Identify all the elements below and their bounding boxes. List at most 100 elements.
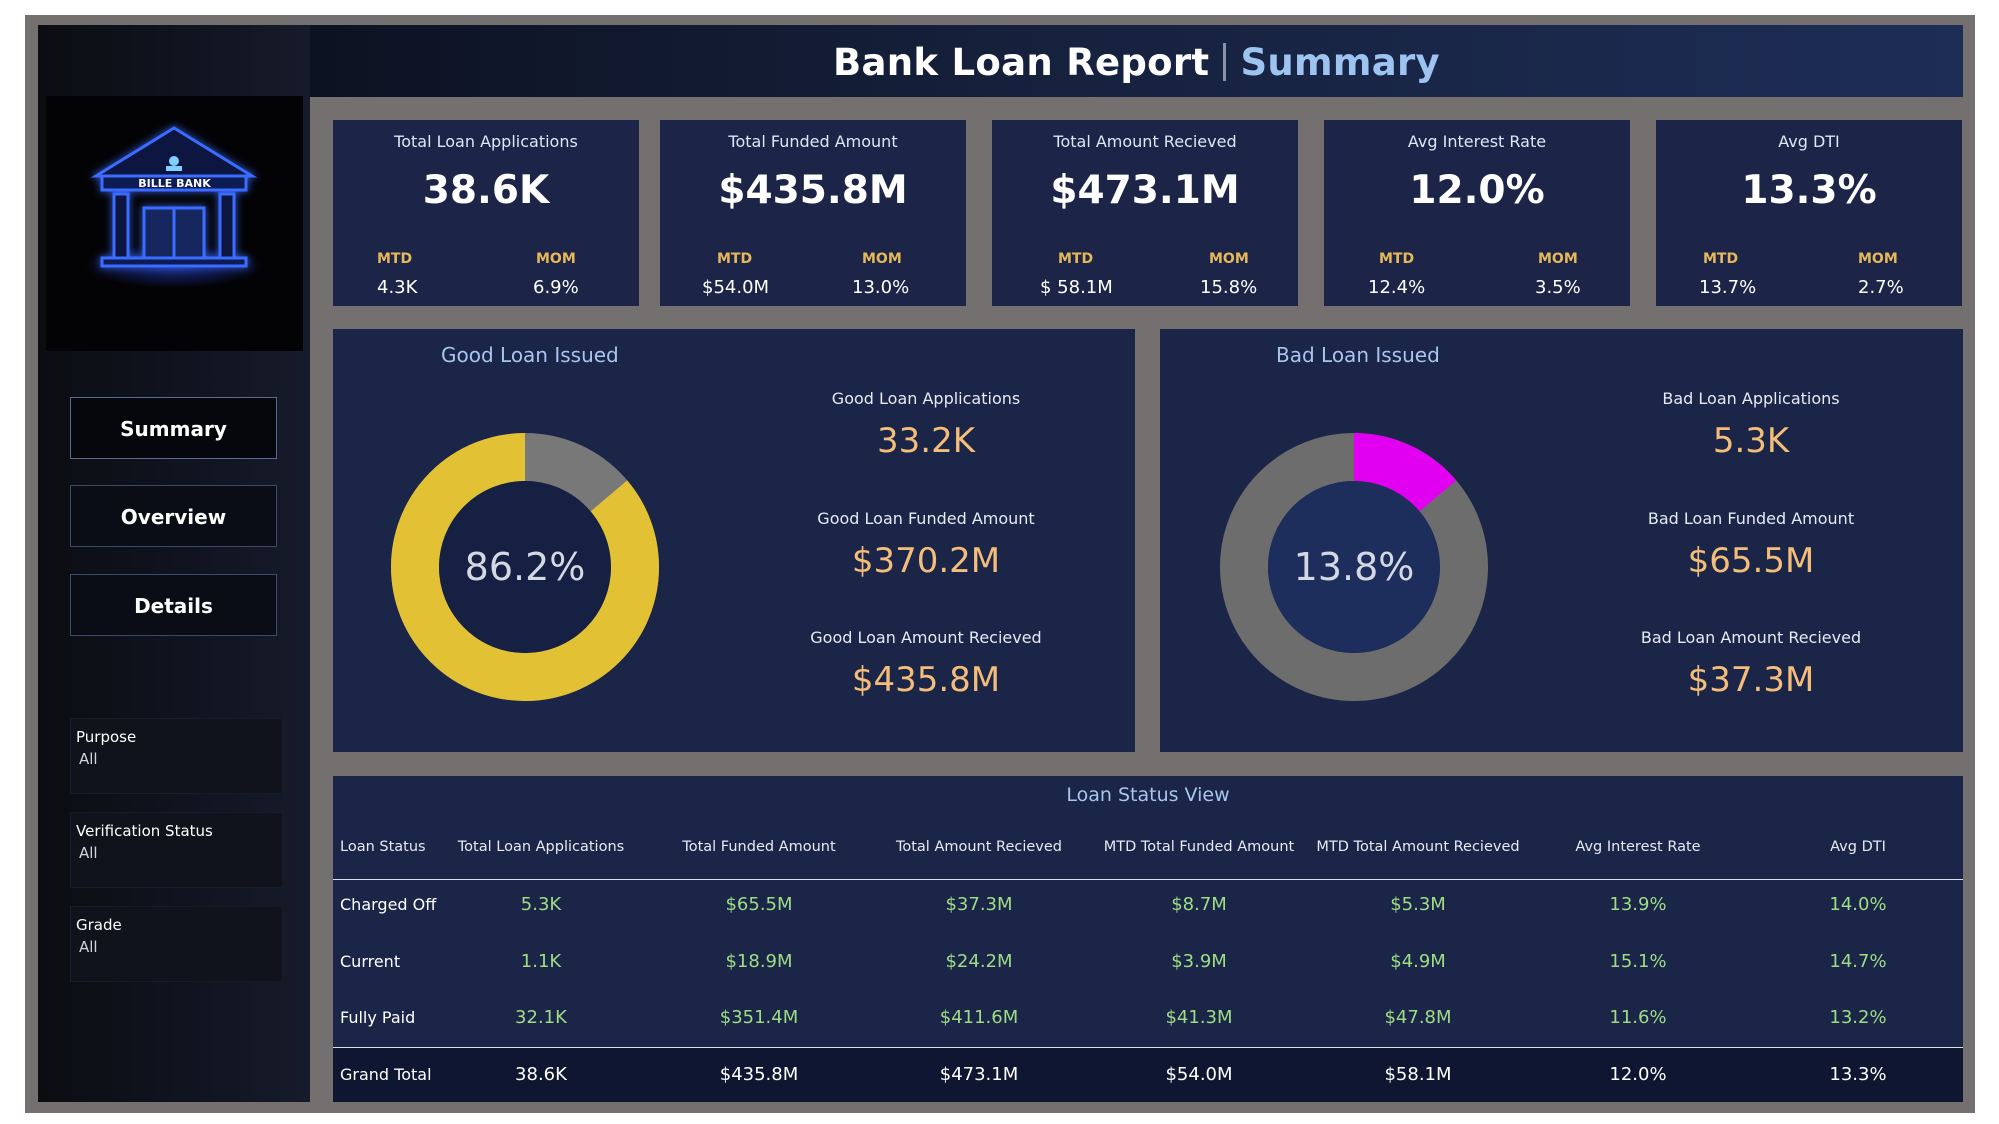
table-cell: 11.6%	[1609, 1007, 1667, 1028]
row-label-charged-off: Charged Off	[340, 895, 437, 914]
kpi-mom-value: 3.5%	[1535, 277, 1581, 298]
column-header-total-loan-applications: Total Loan Applications	[457, 839, 625, 855]
table-cell: 13.3%	[1829, 1064, 1887, 1085]
loan-status-title: Loan Status View	[1066, 784, 1230, 806]
kpi-mtd-label: MTD	[1058, 251, 1094, 267]
kpi-avg-interest-rate: Avg Interest Rate 12.0% MTD MOM 12.4% 3.…	[1324, 120, 1630, 306]
kpi-mom-value: 15.8%	[1200, 277, 1258, 298]
table-cell: $411.6M	[939, 1007, 1019, 1028]
grand-total-background	[333, 1047, 1963, 1102]
bank-building-icon	[84, 126, 264, 288]
kpi-avg-dti: Avg DTI 13.3% MTD MOM 13.7% 2.7%	[1656, 120, 1962, 306]
table-cell: $18.9M	[725, 951, 793, 972]
grand-total-divider	[333, 1047, 1963, 1048]
kpi-mom-value: 6.9%	[533, 277, 579, 298]
filter-purpose[interactable]: Purpose All	[70, 718, 283, 794]
kpi-value: $473.1M	[1050, 168, 1240, 213]
column-header-total-amount-received: Total Amount Recieved	[895, 839, 1063, 855]
column-header-mtd-total-amount-received: MTD Total Amount Recieved	[1316, 839, 1520, 855]
table-cell: 38.6K	[515, 1064, 567, 1085]
kpi-total-amount-received: Total Amount Recieved $473.1M MTD MOM $ …	[992, 120, 1298, 306]
kpi-mtd-value: 12.4%	[1368, 277, 1426, 298]
table-cell: 5.3K	[520, 894, 562, 915]
bad-loan-applications-value: 5.3K	[1712, 421, 1790, 461]
table-cell: $5.3M	[1390, 894, 1446, 915]
table-cell: 13.9%	[1609, 894, 1667, 915]
kpi-mom-label: MOM	[1538, 251, 1578, 267]
filter-purpose-label: Purpose	[76, 728, 137, 746]
kpi-mtd-label: MTD	[1703, 251, 1739, 267]
table-cell: $351.4M	[719, 1007, 799, 1028]
kpi-mtd-label: MTD	[1379, 251, 1415, 267]
kpi-mtd-value: 4.3K	[377, 277, 418, 298]
header-divider	[333, 879, 1963, 880]
good-loan-applications-value: 33.2K	[877, 421, 975, 461]
kpi-mom-label: MOM	[1209, 251, 1249, 267]
good-loan-donut: 86.2%	[391, 433, 659, 701]
kpi-mom-label: MOM	[1858, 251, 1898, 267]
row-label-current: Current	[340, 952, 401, 971]
kpi-mtd-value: $54.0M	[702, 277, 770, 298]
table-cell: 32.1K	[515, 1007, 567, 1028]
kpi-mtd-label: MTD	[377, 251, 413, 267]
bad-loan-title: Bad Loan Issued	[1276, 343, 1440, 367]
good-loan-received-label: Good Loan Amount Recieved	[810, 628, 1042, 647]
table-cell: $58.1M	[1384, 1064, 1452, 1085]
kpi-mom-value: 2.7%	[1858, 277, 1904, 298]
bad-loan-received-value: $37.3M	[1687, 660, 1815, 700]
good-loan-percent: 86.2%	[464, 545, 586, 589]
table-cell: $473.1M	[939, 1064, 1019, 1085]
filter-verification-status[interactable]: Verification Status All	[70, 812, 283, 888]
good-loan-panel: Good Loan Issued 86.2% Good Loan Applica…	[333, 329, 1135, 752]
column-header-loan-status: Loan Status	[340, 839, 426, 855]
nav-details-button[interactable]: Details	[70, 574, 277, 636]
kpi-title: Total Funded Amount	[728, 132, 898, 151]
bad-loan-received-label: Bad Loan Amount Recieved	[1640, 628, 1862, 647]
table-cell: 15.1%	[1609, 951, 1667, 972]
kpi-mom-label: MOM	[536, 251, 576, 267]
kpi-mtd-value: $ 58.1M	[1040, 277, 1113, 298]
good-loan-funded-label: Good Loan Funded Amount	[817, 509, 1035, 528]
good-loan-received-value: $435.8M	[851, 660, 1001, 700]
table-cell: $54.0M	[1165, 1064, 1233, 1085]
nav-summary-button[interactable]: Summary	[70, 397, 277, 459]
table-cell: $8.7M	[1171, 894, 1227, 915]
kpi-title: Avg DTI	[1778, 132, 1840, 151]
bad-loan-percent: 13.8%	[1293, 545, 1415, 589]
filter-verification-label: Verification Status	[76, 822, 213, 840]
table-cell: 12.0%	[1609, 1064, 1667, 1085]
bad-loan-funded-value: $65.5M	[1687, 541, 1815, 581]
kpi-value: 12.0%	[1409, 168, 1545, 213]
kpi-title: Avg Interest Rate	[1407, 132, 1547, 151]
column-header-mtd-total-funded-amount: MTD Total Funded Amount	[1103, 839, 1295, 855]
nav-overview-button[interactable]: Overview	[70, 485, 277, 547]
report-subtitle: Summary	[1240, 41, 1440, 84]
kpi-title: Total Loan Applications	[394, 132, 578, 151]
kpi-total-funded-amount: Total Funded Amount $435.8M MTD MOM $54.…	[660, 120, 966, 306]
table-cell: 14.7%	[1829, 951, 1887, 972]
table-cell: $65.5M	[725, 894, 793, 915]
filter-purpose-value[interactable]: All	[79, 750, 98, 768]
kpi-mtd-label: MTD	[717, 251, 753, 267]
bad-loan-panel: Bad Loan Issued 13.8% Bad Loan Applicati…	[1160, 329, 1963, 752]
kpi-mom-label: MOM	[862, 251, 902, 267]
title-separator	[1223, 43, 1227, 81]
row-label-fully-paid: Fully Paid	[340, 1008, 416, 1027]
column-header-total-funded-amount: Total Funded Amount	[682, 839, 836, 855]
table-cell: 13.2%	[1829, 1007, 1887, 1028]
table-cell: $47.8M	[1384, 1007, 1452, 1028]
table-cell: $435.8M	[719, 1064, 799, 1085]
page-title: Bank Loan Report Summary	[310, 41, 1963, 84]
filter-grade[interactable]: Grade All	[70, 906, 283, 982]
bad-loan-applications-label: Bad Loan Applications	[1662, 389, 1840, 408]
kpi-value: 38.6K	[422, 168, 550, 213]
table-cell: 14.0%	[1829, 894, 1887, 915]
filter-grade-value[interactable]: All	[79, 938, 98, 956]
bank-logo-text: BILLE BANK	[138, 177, 211, 190]
filter-verification-value[interactable]: All	[79, 844, 98, 862]
kpi-value: 13.3%	[1741, 168, 1877, 213]
table-cell: $37.3M	[945, 894, 1013, 915]
column-header-avg-dti: Avg DTI	[1830, 839, 1886, 855]
table-cell: 1.1K	[520, 951, 562, 972]
good-loan-applications-label: Good Loan Applications	[831, 389, 1021, 408]
